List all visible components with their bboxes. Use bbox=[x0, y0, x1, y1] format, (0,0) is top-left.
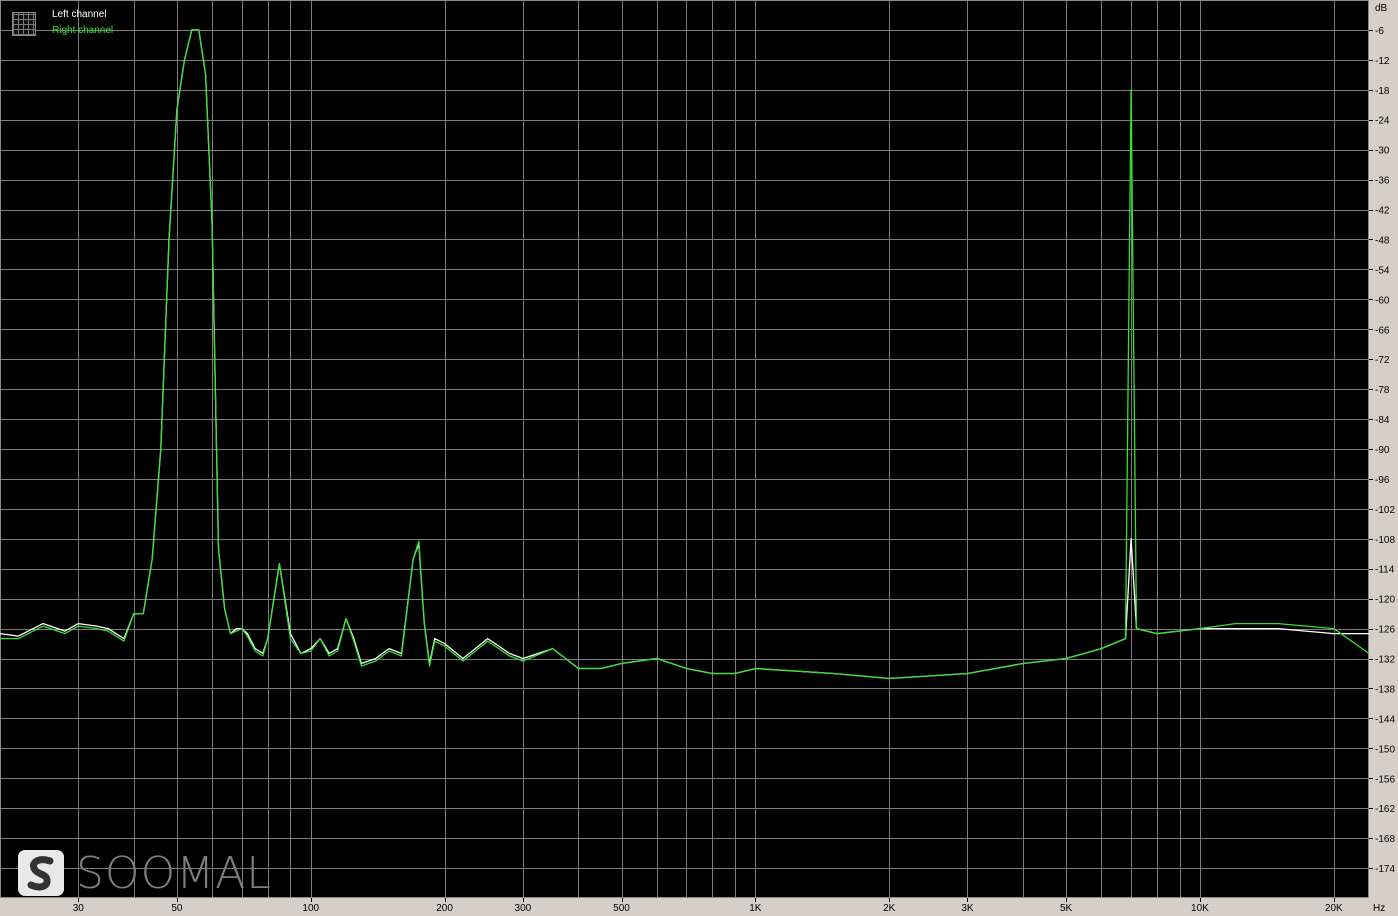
y-tick-label: -102 bbox=[1375, 505, 1395, 516]
y-tick-label: -18 bbox=[1375, 86, 1390, 97]
x-tick-label: 20K bbox=[1325, 903, 1343, 914]
y-tick-label: -6 bbox=[1375, 26, 1384, 37]
watermark: SOOMAL bbox=[18, 847, 272, 899]
x-tick-label: 50 bbox=[171, 903, 183, 914]
y-tick-label: -138 bbox=[1375, 684, 1395, 695]
y-tick-label: -126 bbox=[1375, 625, 1395, 636]
y-tick-label: -144 bbox=[1375, 714, 1395, 725]
x-tick-label: 500 bbox=[613, 903, 630, 914]
soomal-logo-icon bbox=[18, 850, 64, 896]
watermark-text: SOOMAL bbox=[76, 847, 272, 899]
spectrum-chart: -6 -12 -18 -24 -30 -36 -42 -48 -54 -60 -66 -72 -78 -8… bbox=[0, 0, 1398, 916]
y-tick-label: -114 bbox=[1375, 565, 1395, 576]
x-tick-label: 300 bbox=[515, 903, 532, 914]
y-tick-label: -72 bbox=[1375, 355, 1390, 366]
legend-right-channel: Right channel bbox=[52, 25, 114, 36]
y-tick-label: -168 bbox=[1375, 834, 1395, 845]
x-unit-label: Hz bbox=[1373, 903, 1385, 914]
x-tick-label: 2K bbox=[883, 903, 896, 914]
y-tick-label: -108 bbox=[1375, 535, 1395, 546]
y-tick-label: -42 bbox=[1375, 206, 1390, 217]
y-tick-label: -54 bbox=[1375, 265, 1390, 276]
y-tick-label: -132 bbox=[1375, 655, 1395, 666]
y-tick-label: -48 bbox=[1375, 235, 1390, 246]
legend: Left channel Right channel bbox=[4, 4, 164, 38]
x-tick-label: 1K bbox=[749, 903, 762, 914]
x-axis-panel bbox=[0, 898, 1398, 916]
x-tick-label: 100 bbox=[302, 903, 319, 914]
y-tick-label: -12 bbox=[1375, 56, 1390, 67]
x-tick-label: 10K bbox=[1191, 903, 1209, 914]
y-tick-label: -78 bbox=[1375, 385, 1390, 396]
y-tick-label: -174 bbox=[1375, 864, 1395, 875]
y-tick-label: -150 bbox=[1375, 744, 1395, 755]
y-tick-label: -96 bbox=[1375, 475, 1390, 486]
y-tick-label: -66 bbox=[1375, 325, 1390, 336]
y-tick-label: -36 bbox=[1375, 176, 1390, 187]
y-tick-label: -162 bbox=[1375, 804, 1395, 815]
legend-left-channel: Left channel bbox=[52, 9, 107, 20]
x-tick-label: 200 bbox=[436, 903, 453, 914]
y-tick-label: -30 bbox=[1375, 146, 1390, 157]
x-tick-label: 3K bbox=[961, 903, 974, 914]
y-tick-label: -120 bbox=[1375, 595, 1395, 606]
grid-toggle-icon[interactable] bbox=[12, 12, 36, 36]
x-tick-label: 5K bbox=[1060, 903, 1073, 914]
y-tick-label: -60 bbox=[1375, 295, 1390, 306]
y-tick-label: -24 bbox=[1375, 116, 1390, 127]
y-unit-label: dB bbox=[1375, 3, 1388, 14]
x-tick-label: 30 bbox=[73, 903, 85, 914]
y-tick-label: -84 bbox=[1375, 415, 1390, 426]
y-tick-label: -156 bbox=[1375, 774, 1395, 785]
y-tick-label: -90 bbox=[1375, 445, 1390, 456]
